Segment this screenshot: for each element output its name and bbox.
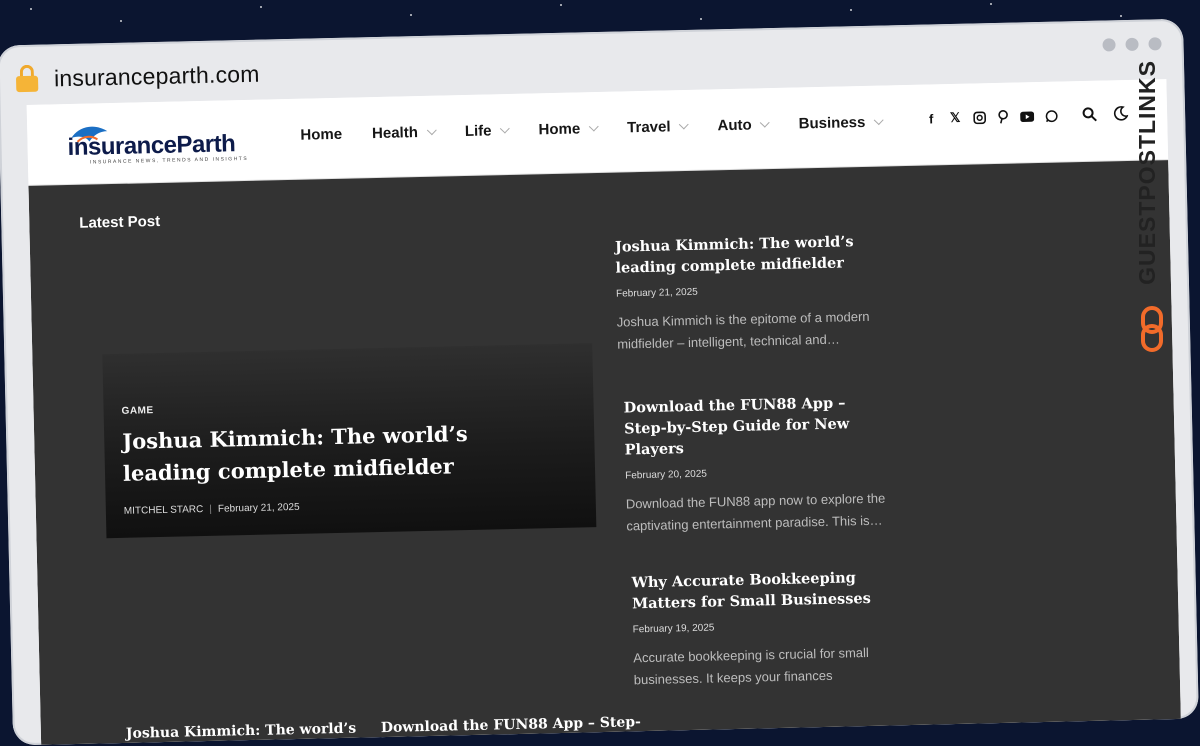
nav-item-business[interactable]: Business: [798, 114, 884, 132]
url-text: insuranceparth.com: [53, 60, 260, 91]
pinterest-icon[interactable]: [996, 109, 1010, 124]
post-excerpt: Joshua Kimmich is the epitome of a moder…: [616, 308, 870, 352]
nav-item-life[interactable]: Life: [465, 122, 510, 140]
tilted-screenshot: insuranceparth.com insuranceParth INSURA…: [0, 0, 1200, 746]
post-title[interactable]: Why Accurate Bookkeeping Matters for Sma…: [631, 566, 897, 614]
search-icon[interactable]: [1082, 107, 1097, 127]
social-links: f 𝕏: [924, 109, 1058, 126]
post-list-item: Joshua Kimmich: The world’s leading comp…: [615, 231, 883, 356]
nav-item-auto[interactable]: Auto: [717, 116, 771, 134]
featured-post-card[interactable]: GAME Joshua Kimmich: The world’s leading…: [102, 343, 597, 539]
featured-post-meta: MITCHEL STARC | February 21, 2025: [124, 502, 300, 517]
post-title-partial[interactable]: Joshua Kimmich: The world’s: [126, 721, 357, 742]
chevron-down-icon: [760, 117, 771, 128]
category-badge[interactable]: GAME: [121, 405, 153, 417]
post-excerpt: Accurate bookkeeping is crucial for smal…: [633, 644, 870, 688]
post-title-partial[interactable]: Download the FUN88 App – Step-: [381, 714, 641, 736]
post-list-item: Download the FUN88 App – Step-by-Step Gu…: [623, 391, 891, 537]
window-controls: [1102, 37, 1162, 52]
nav-item-travel[interactable]: Travel: [627, 118, 689, 136]
nav-item-home-insurance[interactable]: Home: [538, 120, 599, 138]
header-tools: [1082, 106, 1129, 127]
post-title[interactable]: Joshua Kimmich: The world’s leading comp…: [615, 231, 881, 279]
instagram-icon[interactable]: [972, 110, 986, 124]
chevron-down-icon: [500, 123, 510, 134]
nav-item-home[interactable]: Home: [300, 126, 342, 144]
window-dot-icon[interactable]: [1148, 37, 1162, 51]
post-excerpt: Download the FUN88 app now to explore th…: [625, 490, 886, 534]
post-date: February 21, 2025: [217, 501, 300, 515]
window-dot-icon[interactable]: [1102, 38, 1116, 52]
nav-item-health[interactable]: Health: [372, 124, 437, 142]
facebook-icon[interactable]: f: [924, 111, 938, 126]
post-list-item: Why Accurate Bookkeeping Matters for Sma…: [631, 566, 899, 691]
guestpostlinks-watermark: GUESTPOSTLINKS: [1132, 60, 1172, 360]
featured-post-title[interactable]: Joshua Kimmich: The world’s leading comp…: [122, 416, 543, 490]
site-logo[interactable]: insuranceParth INSURANCE NEWS, TRENDS AN…: [67, 122, 258, 166]
chain-link-icon: [1141, 306, 1163, 352]
author-name[interactable]: MITCHEL STARC: [124, 504, 204, 517]
post-date: February 20, 2025: [625, 468, 708, 482]
post-date: February 21, 2025: [615, 286, 698, 300]
section-title: Latest Post: [79, 212, 161, 232]
x-icon[interactable]: 𝕏: [948, 110, 962, 125]
youtube-icon[interactable]: [1020, 109, 1035, 123]
whatsapp-icon[interactable]: [1044, 109, 1058, 123]
chevron-down-icon: [426, 125, 437, 136]
meta-separator: |: [209, 503, 213, 515]
post-date: February 19, 2025: [632, 622, 715, 636]
dark-mode-icon[interactable]: [1113, 106, 1129, 126]
post-title[interactable]: Download the FUN88 App – Step-by-Step Gu…: [623, 391, 889, 460]
window-dot-icon[interactable]: [1125, 37, 1139, 52]
watermark-text: GUESTPOSTLINKS: [1134, 60, 1160, 285]
chevron-down-icon: [873, 115, 884, 126]
main-navigation: Home Health Life Home Travel Auto Busine…: [300, 113, 912, 144]
latest-posts-section: Latest Post GAME Joshua Kimmich: The wor…: [28, 160, 1181, 745]
page-viewport: insuranceParth INSURANCE NEWS, TRENDS AN…: [26, 79, 1181, 745]
chevron-down-icon: [588, 121, 599, 132]
browser-window: insuranceparth.com insuranceParth INSURA…: [0, 18, 1199, 746]
lock-icon: [15, 64, 39, 93]
chevron-down-icon: [679, 119, 689, 130]
